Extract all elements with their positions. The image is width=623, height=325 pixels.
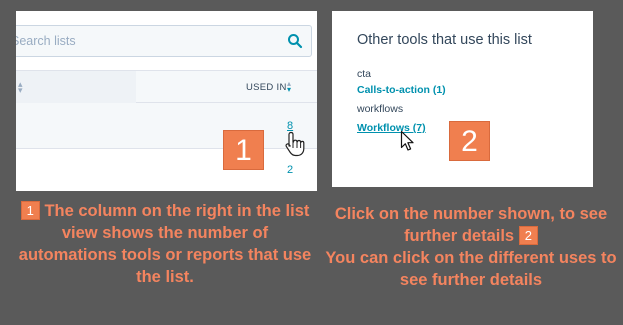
- table-header-cell[interactable]: ▴ ▾: [16, 71, 136, 104]
- caption-text: The column on the right in the list view…: [18, 202, 312, 286]
- sort-icon[interactable]: ▴ ▾: [18, 80, 23, 95]
- caption-badge: 1: [20, 201, 40, 220]
- search-placeholder: Search lists: [16, 34, 76, 48]
- calls-to-action-link[interactable]: Calls-to-action (1): [357, 84, 446, 96]
- step-badge: 1: [223, 130, 264, 170]
- step-badge: 2: [449, 121, 490, 161]
- search-icon[interactable]: [287, 33, 303, 49]
- used-in-count-link[interactable]: 2: [287, 164, 293, 176]
- other-tools-panel: Other tools that use this list cta Calls…: [332, 11, 593, 187]
- sort-descending-icon[interactable]: ▴ ▾: [287, 80, 291, 94]
- panel-title: Other tools that use this list: [357, 32, 532, 48]
- search-lists-input[interactable]: Search lists: [16, 25, 312, 57]
- left-caption: 1 The column on the right in the list vi…: [14, 200, 316, 288]
- category-label: cta: [357, 68, 372, 80]
- right-caption: Click on the number shown, to see furthe…: [323, 203, 619, 291]
- used-in-column-header[interactable]: USED IN: [246, 82, 287, 93]
- table-row: 2: [16, 149, 317, 191]
- category-label: workflows: [357, 103, 404, 115]
- caption-text: You can click on the different uses to s…: [325, 249, 617, 289]
- table-header-row: ▴ ▾ USED IN ▴ ▾: [16, 70, 317, 104]
- lists-table-panel: Search lists ▴ ▾ USED IN ▴ ▾ 8 2 1: [16, 11, 317, 191]
- hand-cursor-icon: [285, 131, 305, 157]
- caption-text: Click on the number shown, to see furthe…: [334, 205, 608, 245]
- caption-badge: 2: [518, 226, 538, 245]
- arrow-cursor-icon: [400, 130, 414, 151]
- table-row: 8: [16, 103, 317, 149]
